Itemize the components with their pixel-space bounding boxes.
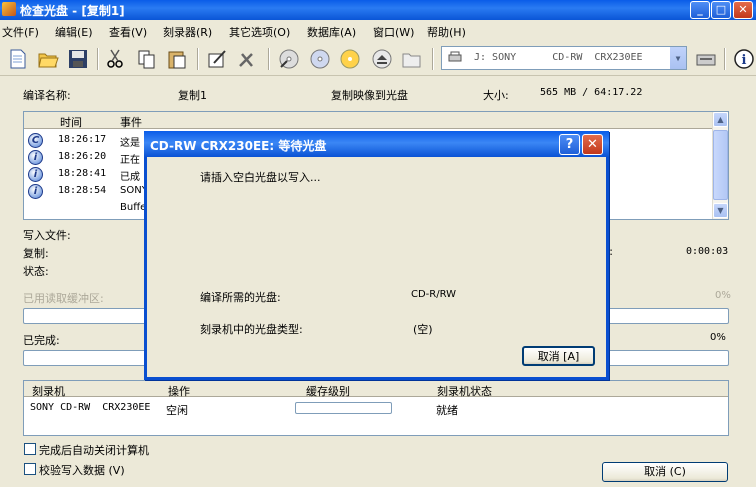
compile-name-value: 复制1 bbox=[178, 89, 207, 102]
menu-help[interactable]: 帮助(H) bbox=[427, 24, 466, 40]
dialog-help-button[interactable]: ? bbox=[559, 134, 580, 155]
mode-value: 复制映像到光盘 bbox=[331, 89, 408, 102]
app-icon bbox=[2, 2, 16, 16]
required-disc-label: 编译所需的光盘: bbox=[200, 291, 281, 304]
new-icon[interactable] bbox=[5, 46, 31, 72]
log-event: 这是 bbox=[120, 138, 140, 149]
scroll-up-icon[interactable]: ▲ bbox=[713, 112, 728, 127]
burner-column-name[interactable]: 刻录机 bbox=[32, 383, 65, 399]
chevron-down-icon[interactable]: ▼ bbox=[669, 47, 686, 69]
state-label: 状态: bbox=[23, 265, 49, 278]
log-column-event[interactable]: 事件 bbox=[120, 114, 142, 130]
info-icon: i bbox=[28, 167, 43, 182]
completed-percent: 0% bbox=[710, 332, 726, 343]
write-file-label: 写入文件: bbox=[23, 229, 71, 242]
verify-checkbox[interactable] bbox=[24, 463, 36, 475]
log-header: 时间 事件 bbox=[24, 112, 714, 129]
properties-icon[interactable] bbox=[204, 46, 230, 72]
disc-icon[interactable] bbox=[307, 46, 333, 72]
log-entry-icon: C bbox=[28, 133, 43, 148]
burn-disc-icon[interactable] bbox=[276, 46, 302, 72]
size-value: 565 MB / 64:17.22 bbox=[540, 87, 643, 98]
log-time: 18:26:17 bbox=[58, 134, 107, 145]
menu-edit[interactable]: 编辑(E) bbox=[55, 24, 93, 40]
read-buffer-percent: 0% bbox=[715, 290, 731, 301]
toolbar-separator bbox=[97, 48, 99, 70]
menu-bar: 文件(F) 编辑(E) 查看(V) 刻录器(R) 其它选项(O) 数据库(A) … bbox=[0, 21, 756, 41]
copy-label: 复制: bbox=[23, 247, 49, 260]
dialog-message: 请插入空白光盘以写入... bbox=[200, 171, 321, 184]
dialog-cancel-button[interactable]: 取消 [A] bbox=[522, 346, 595, 366]
save-icon[interactable] bbox=[65, 46, 91, 72]
cancel-button[interactable]: 取消 (C) bbox=[602, 462, 728, 482]
menu-recorder[interactable]: 刻录器(R) bbox=[163, 24, 212, 40]
burner-name: SONY CD-RW CRX230EE bbox=[30, 402, 151, 413]
log-time: 18:28:54 bbox=[58, 185, 107, 196]
help-icon[interactable]: i bbox=[731, 46, 756, 72]
current-disc-label: 刻录机中的光盘类型: bbox=[200, 323, 303, 336]
burner-status: 就绪 bbox=[436, 404, 458, 417]
cut-icon[interactable] bbox=[103, 46, 129, 72]
log-time: 18:28:41 bbox=[58, 168, 107, 179]
log-event: 已成 bbox=[120, 172, 140, 183]
burner-column-buffer[interactable]: 缓存级别 bbox=[306, 383, 350, 399]
elapsed-time: 0:00:03 bbox=[686, 246, 729, 257]
auto-shutdown-checkbox[interactable] bbox=[24, 443, 36, 455]
tools-icon[interactable] bbox=[234, 46, 260, 72]
toolbar-separator bbox=[197, 48, 199, 70]
title-bar: 检查光盘 - [复制1] _ □ ✕ bbox=[0, 0, 756, 20]
drive-select-value: J: SONY CD-RW CRX230EE bbox=[474, 52, 643, 63]
printer-drive-icon bbox=[448, 50, 462, 64]
eject-icon[interactable] bbox=[369, 46, 395, 72]
burner-column-operation[interactable]: 操作 bbox=[168, 383, 190, 399]
wait-disc-dialog: CD-RW CRX230EE: 等待光盘 ? ✕ 请插入空白光盘以写入... 编… bbox=[144, 131, 609, 380]
burner-buffer-bar bbox=[295, 402, 392, 414]
menu-options[interactable]: 其它选项(O) bbox=[229, 24, 290, 40]
burner-list[interactable]: 刻录机 操作 缓存级别 刻录机状态 SONY CD-RW CRX230EE 空闲… bbox=[23, 380, 729, 436]
menu-database[interactable]: 数据库(A) bbox=[307, 24, 356, 40]
menu-file[interactable]: 文件(F) bbox=[2, 24, 39, 40]
window-title: 检查光盘 - [复制1] bbox=[20, 4, 125, 18]
svg-text:i: i bbox=[742, 53, 747, 68]
burner-operation: 空闲 bbox=[166, 404, 188, 417]
menu-view[interactable]: 查看(V) bbox=[109, 24, 147, 40]
drive-select[interactable]: J: SONY CD-RW CRX230EE ▼ bbox=[441, 46, 687, 70]
dialog-title: CD-RW CRX230EE: 等待光盘 bbox=[150, 139, 327, 153]
burner-column-status[interactable]: 刻录机状态 bbox=[437, 383, 492, 399]
log-event: Buffe bbox=[120, 202, 147, 213]
log-event: 正在 bbox=[120, 155, 140, 166]
dialog-close-button[interactable]: ✕ bbox=[582, 134, 603, 155]
menu-window[interactable]: 窗口(W) bbox=[373, 24, 414, 40]
open-icon[interactable] bbox=[35, 46, 61, 72]
toolbar-separator bbox=[432, 48, 434, 70]
minimize-button[interactable]: _ bbox=[690, 1, 710, 19]
scroll-thumb[interactable] bbox=[713, 130, 728, 200]
completed-label: 已完成: bbox=[23, 334, 60, 347]
read-buffer-label: 已用读取缓冲区: bbox=[23, 292, 104, 305]
verify-label[interactable]: 校验写入数据 (V) bbox=[39, 462, 125, 478]
folder-icon[interactable] bbox=[399, 46, 425, 72]
auto-shutdown-label[interactable]: 完成后自动关闭计算机 bbox=[39, 442, 149, 458]
required-disc-value: CD-R/RW bbox=[411, 289, 457, 300]
copy-icon[interactable] bbox=[134, 46, 160, 72]
close-button[interactable]: ✕ bbox=[733, 1, 753, 19]
compile-name-label: 编译名称: bbox=[23, 89, 71, 102]
current-disc-value: (空) bbox=[413, 323, 433, 336]
burner-list-header: 刻录机 操作 缓存级别 刻录机状态 bbox=[24, 381, 728, 399]
maximize-button[interactable]: □ bbox=[711, 1, 731, 19]
dialog-title-bar: CD-RW CRX230EE: 等待光盘 ? ✕ bbox=[144, 131, 609, 157]
scroll-down-icon[interactable]: ▼ bbox=[713, 203, 728, 218]
paste-icon[interactable] bbox=[164, 46, 190, 72]
log-time: 18:26:20 bbox=[58, 151, 107, 162]
info-icon: i bbox=[28, 150, 43, 165]
info-icon: i bbox=[28, 184, 43, 199]
disc-info-icon[interactable] bbox=[337, 46, 363, 72]
toolbar-separator bbox=[724, 48, 726, 70]
size-label: 大小: bbox=[483, 89, 509, 102]
log-scrollbar[interactable]: ▲ ▼ bbox=[712, 112, 728, 219]
drive-icon[interactable] bbox=[693, 46, 719, 72]
table-row[interactable]: SONY CD-RW CRX230EE 空闲 就绪 bbox=[24, 400, 728, 417]
toolbar-separator bbox=[268, 48, 270, 70]
log-column-time[interactable]: 时间 bbox=[60, 114, 82, 130]
